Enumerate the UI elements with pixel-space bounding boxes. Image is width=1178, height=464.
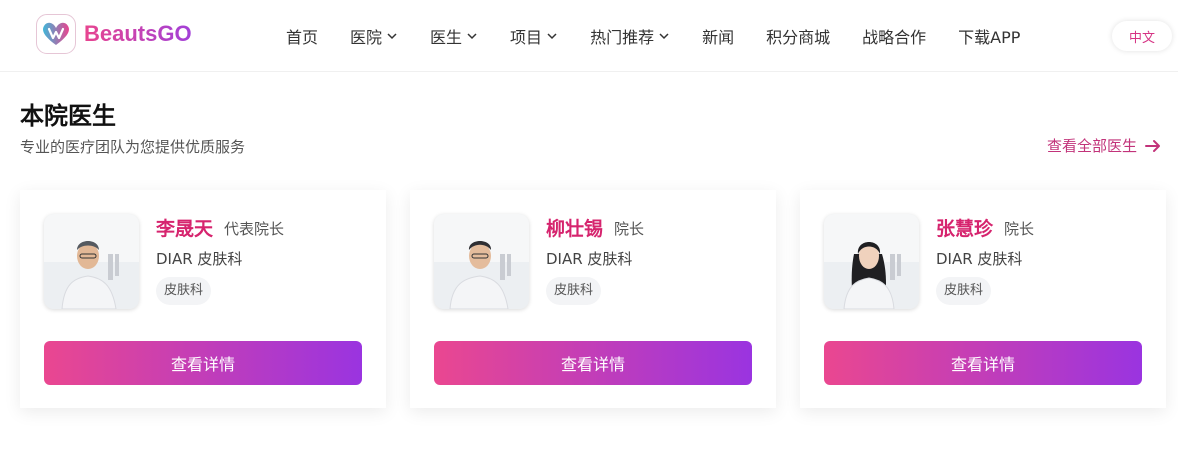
view-details-button[interactable]: 查看详情 bbox=[824, 341, 1142, 385]
section-subtitle: 专业的医疗团队为您提供优质服务 bbox=[20, 138, 246, 156]
view-all-label: 查看全部医生 bbox=[1047, 137, 1138, 155]
view-details-button[interactable]: 查看详情 bbox=[44, 341, 362, 385]
nav-label: 医生 bbox=[430, 28, 463, 47]
main-nav: 首页 医院 医生 项目 热门推荐 新闻 积分商城 战略合作 下载APP bbox=[270, 0, 1036, 72]
nav-item-partners[interactable]: 战略合作 bbox=[862, 24, 926, 48]
doctor-title: 院长 bbox=[1004, 220, 1035, 238]
nav-item-news[interactable]: 新闻 bbox=[702, 24, 734, 48]
doctor-photo[interactable] bbox=[44, 214, 139, 309]
arrow-right-icon bbox=[1145, 139, 1161, 152]
view-details-button[interactable]: 查看详情 bbox=[434, 341, 752, 385]
chevron-down-icon bbox=[387, 33, 397, 40]
doctor-name: 柳壮锡 bbox=[546, 218, 604, 240]
nav-label: 首页 bbox=[286, 28, 319, 47]
nav-label: 下载APP bbox=[958, 28, 1021, 47]
top-header: BeautsGO 首页 医院 医生 项目 热门推荐 新闻 积分商城 战略合作 下… bbox=[0, 0, 1178, 72]
nav-label: 热门推荐 bbox=[590, 28, 655, 47]
nav-label: 医院 bbox=[350, 28, 383, 47]
logo-heart-icon bbox=[36, 14, 76, 54]
doctor-photo[interactable] bbox=[824, 214, 919, 309]
doctor-card[interactable]: 柳壮锡 院长 DIAR 皮肤科 皮肤科 查看详情 bbox=[410, 190, 776, 408]
doctor-title: 代表院长 bbox=[224, 220, 285, 238]
nav-item-hospitals[interactable]: 医院 bbox=[350, 24, 398, 48]
doctor-clinic: DIAR 皮肤科 bbox=[546, 250, 633, 268]
nav-item-projects[interactable]: 项目 bbox=[510, 24, 558, 48]
nav-label: 新闻 bbox=[702, 28, 735, 47]
doctor-name: 李晟天 bbox=[156, 218, 214, 240]
doctor-name: 张慧珍 bbox=[936, 218, 994, 240]
nav-item-doctors[interactable]: 医生 bbox=[430, 24, 478, 48]
view-all-doctors-link[interactable]: 查看全部医生 bbox=[1047, 135, 1161, 156]
nav-item-hot[interactable]: 热门推荐 bbox=[590, 24, 670, 48]
nav-item-home[interactable]: 首页 bbox=[286, 24, 318, 48]
doctor-photo[interactable] bbox=[434, 214, 529, 309]
section-title: 本院医生 bbox=[20, 102, 116, 130]
doctor-card[interactable]: 张慧珍 院长 DIAR 皮肤科 皮肤科 查看详情 bbox=[800, 190, 1166, 408]
specialty-tag: 皮肤科 bbox=[156, 277, 212, 305]
doctor-clinic: DIAR 皮肤科 bbox=[156, 250, 243, 268]
nav-item-points-mall[interactable]: 积分商城 bbox=[766, 24, 830, 48]
chevron-down-icon bbox=[467, 33, 477, 40]
brand-name: BeautsGO bbox=[84, 21, 192, 46]
doctor-clinic: DIAR 皮肤科 bbox=[936, 250, 1023, 268]
specialty-tag: 皮肤科 bbox=[546, 277, 602, 305]
brand-logo[interactable]: BeautsGO bbox=[36, 14, 192, 54]
nav-label: 战略合作 bbox=[862, 28, 927, 47]
chevron-down-icon bbox=[659, 33, 669, 40]
doctor-card[interactable]: 李晟天 代表院长 DIAR 皮肤科 皮肤科 查看详情 bbox=[20, 190, 386, 408]
nav-item-download-app[interactable]: 下载APP bbox=[958, 24, 1020, 48]
doctor-title: 院长 bbox=[614, 220, 645, 238]
chevron-down-icon bbox=[547, 33, 557, 40]
specialty-tag: 皮肤科 bbox=[936, 277, 992, 305]
language-switch[interactable]: 中文 bbox=[1112, 21, 1172, 51]
nav-label: 项目 bbox=[510, 28, 543, 47]
nav-label: 积分商城 bbox=[766, 28, 831, 47]
